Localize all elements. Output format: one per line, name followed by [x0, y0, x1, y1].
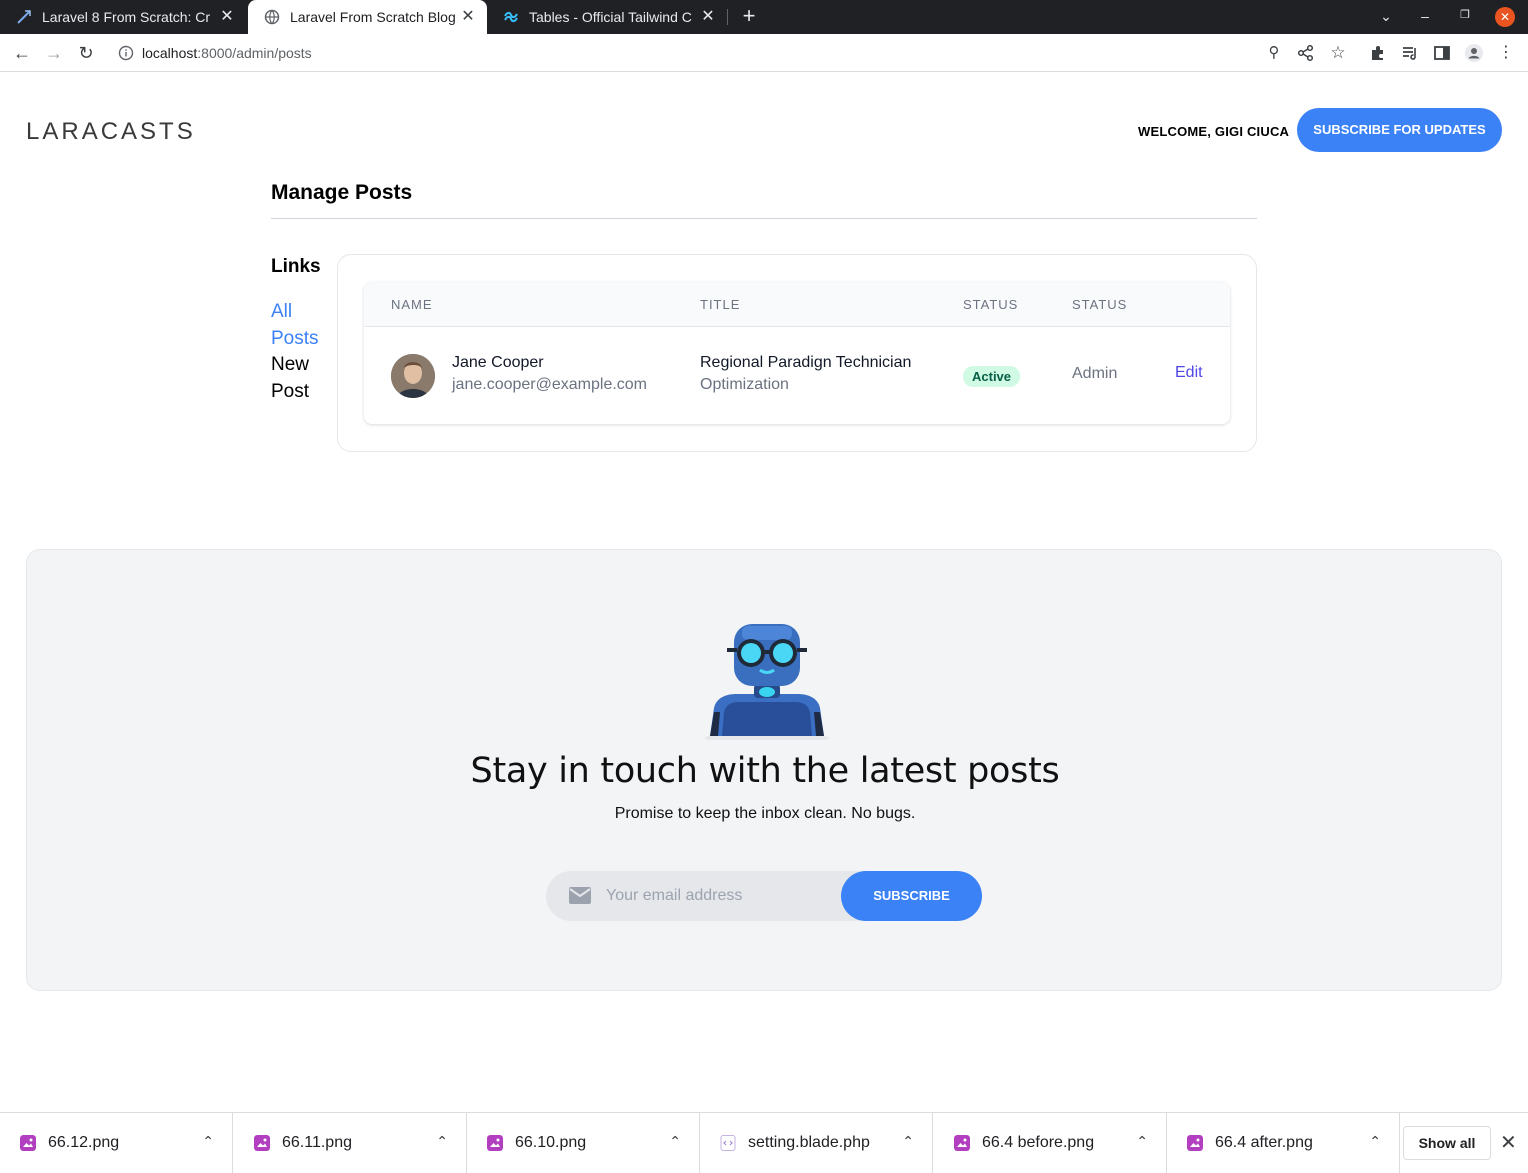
media-queue-icon[interactable]	[1400, 43, 1420, 63]
chevron-up-icon[interactable]: ⌃	[669, 1133, 681, 1150]
bookmark-star-icon[interactable]: ☆	[1328, 43, 1348, 63]
chevron-up-icon[interactable]: ⌃	[1136, 1133, 1148, 1150]
download-name: 66.12.png	[48, 1134, 120, 1151]
show-all-button[interactable]: Show all	[1403, 1126, 1491, 1160]
sidebar-link-all-posts[interactable]: All Posts	[271, 298, 331, 352]
tab-search-chevron-down-icon[interactable]: ⌄	[1376, 8, 1396, 26]
download-item[interactable]: 66.4 before.png ⌃	[934, 1113, 1167, 1173]
downloads-bar: 66.12.png ⌃ 66.11.png ⌃ 66.10.png ⌃ sett…	[0, 1112, 1528, 1173]
newsletter-form: SUBSCRIBE	[546, 871, 982, 921]
share-icon[interactable]	[1296, 43, 1316, 63]
link-line: Posts	[271, 328, 319, 349]
row-job-subtitle: Optimization	[700, 376, 789, 393]
newsletter-section: Stay in touch with the latest posts Prom…	[26, 549, 1502, 991]
welcome-text: WELCOME, GIGI CIUCA	[1138, 124, 1290, 139]
posts-table: NAME TITLE STATUS STATUS Jane Cooper jan…	[364, 282, 1230, 424]
download-item[interactable]: setting.blade.php ⌃	[700, 1113, 933, 1173]
download-name: setting.blade.php	[748, 1134, 870, 1151]
reload-icon[interactable]: ↻	[75, 42, 97, 64]
chevron-up-icon[interactable]: ⌃	[436, 1133, 448, 1150]
mail-icon	[569, 887, 591, 904]
link-line: Post	[271, 381, 310, 402]
minimize-icon[interactable]: –	[1415, 8, 1435, 26]
link-line: All	[271, 301, 293, 322]
row-user-name: Jane Cooper	[452, 354, 544, 371]
profile-avatar-icon[interactable]	[1464, 43, 1484, 63]
url-host: localhost	[142, 45, 198, 61]
edit-link[interactable]: Edit	[1175, 364, 1203, 382]
chevron-up-icon[interactable]: ⌃	[1369, 1133, 1381, 1150]
tab-title: Tables - Official Tailwind C	[529, 9, 692, 25]
site-info-icon[interactable]	[118, 45, 134, 61]
image-file-icon	[254, 1135, 270, 1151]
window-close-icon[interactable]: ✕	[1495, 7, 1515, 27]
tab-laracasts-course[interactable]: Laravel 8 From Scratch: Cr ✕	[0, 0, 246, 34]
row-role: Admin	[1072, 365, 1118, 382]
link-line: New	[271, 354, 310, 375]
title-divider	[271, 218, 1257, 219]
download-item[interactable]: 66.11.png ⌃	[234, 1113, 467, 1173]
subscribe-button[interactable]: SUBSCRIBE	[841, 871, 982, 921]
tab-title: Laravel From Scratch Blog	[290, 9, 456, 25]
image-file-icon	[954, 1135, 970, 1151]
download-name: 66.4 before.png	[982, 1134, 1095, 1151]
download-name: 66.10.png	[515, 1134, 587, 1151]
close-icon[interactable]: ✕	[218, 8, 236, 26]
column-header-name: NAME	[391, 297, 433, 312]
image-file-icon	[487, 1135, 503, 1151]
page-title: Manage Posts	[271, 181, 413, 204]
status-badge: Active	[963, 366, 1021, 387]
user-photo	[391, 354, 435, 398]
forward-arrow-icon[interactable]: →	[43, 42, 65, 64]
download-name: 66.4 after.png	[1215, 1134, 1313, 1151]
tab-title: Laravel 8 From Scratch: Cr	[42, 9, 211, 25]
tab-laravel-blog[interactable]: Laravel From Scratch Blog ✕	[248, 0, 487, 34]
url-path: :8000/admin/posts	[197, 45, 312, 61]
extensions-puzzle-icon[interactable]	[1368, 43, 1388, 63]
row-job-title: Regional Paradign Technician	[700, 354, 912, 371]
tab-tailwind-tables[interactable]: Tables - Official Tailwind C ✕	[487, 0, 727, 34]
laracasts-logo[interactable]: LARACASTS	[26, 118, 196, 146]
close-icon[interactable]: ✕	[1500, 1130, 1517, 1155]
zoom-icon[interactable]: ⚲	[1264, 43, 1284, 63]
url-text: localhost:8000/admin/posts	[142, 45, 312, 61]
posts-table-card: NAME TITLE STATUS STATUS Jane Cooper jan…	[337, 254, 1257, 452]
image-file-icon	[1187, 1135, 1203, 1151]
download-item[interactable]: 66.10.png ⌃	[467, 1113, 700, 1173]
chevron-up-icon[interactable]: ⌃	[902, 1133, 914, 1150]
row-user-email: jane.cooper@example.com	[452, 376, 648, 393]
code-file-icon	[720, 1135, 736, 1151]
robot-mascot-illustration	[705, 624, 829, 740]
email-input[interactable]	[606, 883, 836, 909]
tailwind-favicon-icon	[504, 11, 518, 23]
newsletter-subtitle: Promise to keep the inbox clean. No bugs…	[614, 805, 916, 822]
browser-tab-strip: Laravel 8 From Scratch: Cr ✕ Laravel Fro…	[0, 0, 1528, 34]
subscribe-for-updates-button[interactable]: SUBSCRIBE FOR UPDATES	[1297, 108, 1502, 152]
links-heading: Links	[271, 256, 321, 277]
table-header: NAME TITLE STATUS STATUS	[364, 282, 1230, 327]
side-panel-icon[interactable]	[1432, 43, 1452, 63]
close-icon[interactable]: ✕	[459, 8, 477, 26]
column-header-status: STATUS	[963, 297, 1019, 312]
new-tab-plus-icon[interactable]: +	[738, 5, 760, 29]
download-item[interactable]: 66.12.png ⌃	[0, 1113, 233, 1173]
download-item[interactable]: 66.4 after.png ⌃	[1167, 1113, 1400, 1173]
tab-separator	[727, 9, 728, 25]
back-arrow-icon[interactable]: ←	[11, 42, 33, 64]
image-file-icon	[20, 1135, 36, 1151]
chevron-up-icon[interactable]: ⌃	[202, 1133, 214, 1150]
restore-icon[interactable]: ❐	[1455, 8, 1475, 26]
sidebar-link-new-post[interactable]: New Post	[271, 351, 331, 405]
avatar	[391, 354, 435, 398]
browser-toolbar: ← → ↻ localhost:8000/admin/posts ⚲ ☆ ⋮	[0, 34, 1528, 72]
laracasts-favicon-icon	[17, 10, 31, 24]
column-header-role: STATUS	[1072, 297, 1128, 312]
address-bar[interactable]: localhost:8000/admin/posts	[108, 38, 1358, 68]
kebab-menu-icon[interactable]: ⋮	[1496, 43, 1516, 63]
newsletter-title: Stay in touch with the latest posts	[470, 751, 1060, 791]
column-header-title: TITLE	[700, 297, 741, 312]
close-icon[interactable]: ✕	[699, 8, 717, 26]
globe-icon	[264, 9, 280, 25]
download-name: 66.11.png	[282, 1134, 352, 1151]
